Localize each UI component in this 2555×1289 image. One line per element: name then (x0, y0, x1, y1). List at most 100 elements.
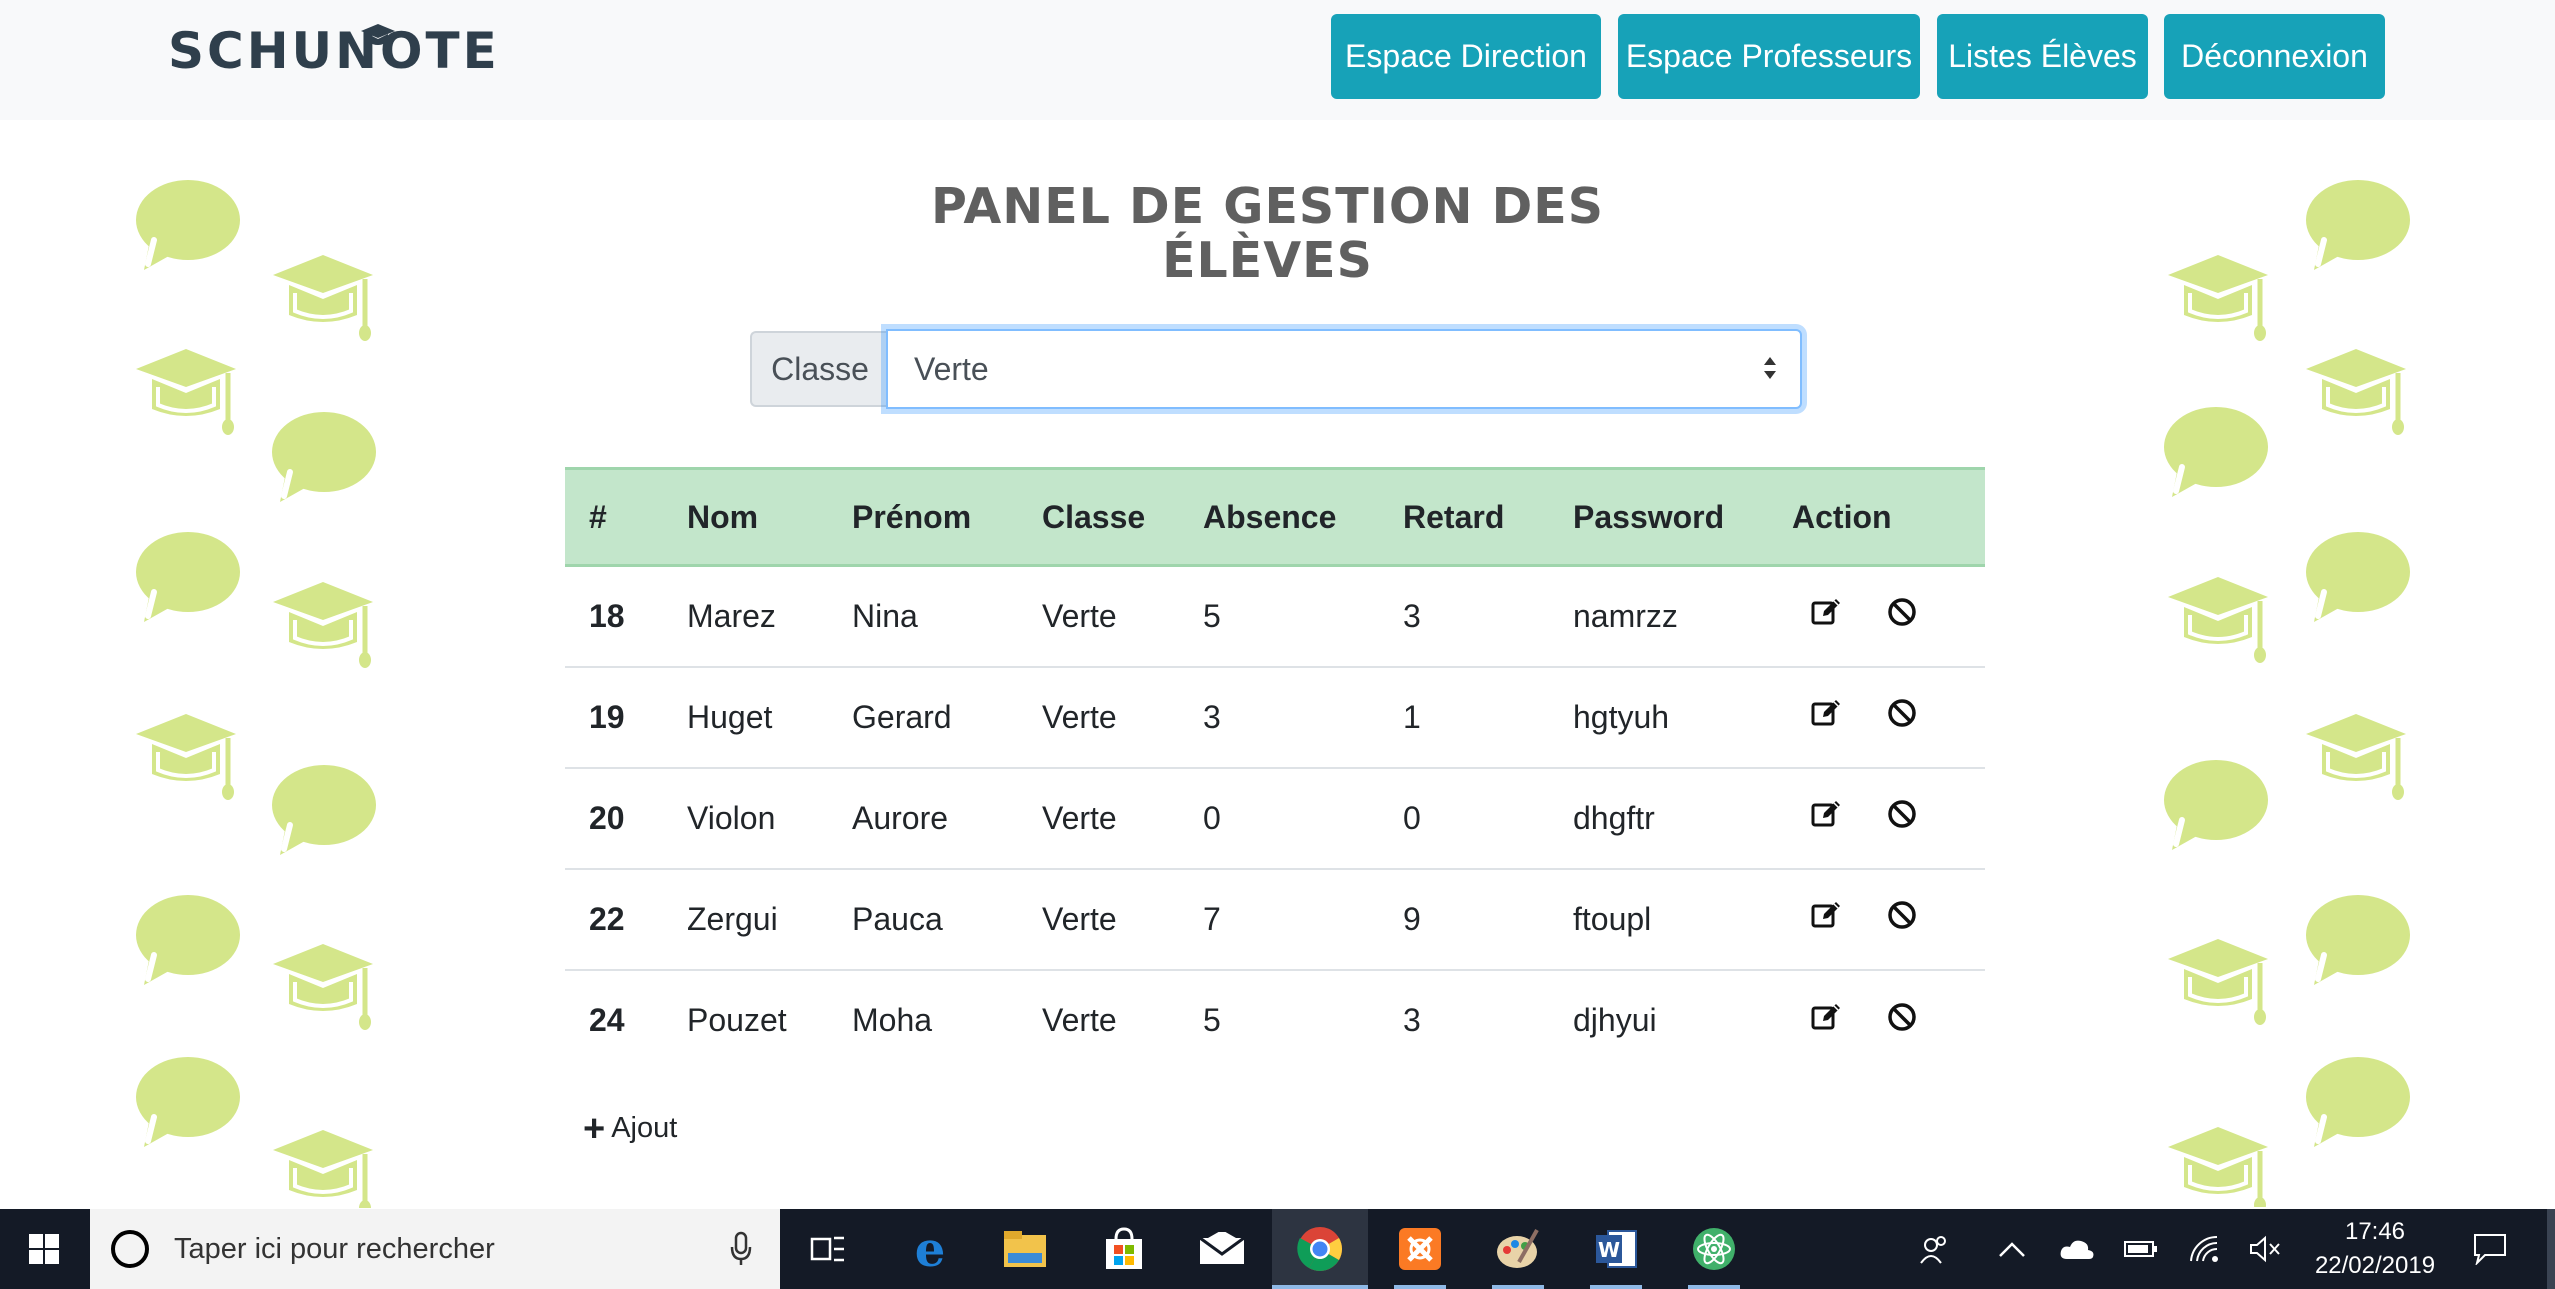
speech-bubble-icon (272, 410, 382, 506)
ban-icon[interactable] (1886, 697, 1918, 729)
edit-icon[interactable] (1810, 899, 1842, 931)
volume-tray-button[interactable] (2240, 1209, 2290, 1289)
nav-listes-eleves-button[interactable]: Listes Élèves (1937, 14, 2148, 99)
col-header-classe: Classe (1042, 467, 1203, 567)
graduation-cap-icon (2168, 253, 2272, 345)
page-title-line2: ÉLÈVES (1162, 232, 1373, 289)
table-row: 18 Marez Nina Verte 5 3 namrzz (565, 566, 1985, 667)
graduation-cap-icon (273, 942, 377, 1034)
wifi-tray-button[interactable] (2180, 1209, 2230, 1289)
cell-id: 24 (589, 1002, 625, 1038)
task-view-button[interactable] (790, 1209, 866, 1289)
edge-taskbar-button[interactable]: e (890, 1209, 970, 1289)
paint-palette-icon (1497, 1229, 1539, 1268)
class-select-value: Verte (914, 350, 989, 387)
notification-icon (2474, 1234, 2506, 1265)
battery-tray-button[interactable] (2116, 1209, 2166, 1289)
people-tray-button[interactable] (1910, 1209, 1960, 1289)
taskbar-clock[interactable]: 17:46 22/02/2019 (2300, 1209, 2450, 1289)
chrome-taskbar-button[interactable] (1272, 1209, 1368, 1289)
atom-taskbar-button[interactable] (1674, 1209, 1754, 1289)
edit-icon[interactable] (1810, 697, 1842, 729)
taskbar-search-placeholder: Taper ici pour rechercher (174, 1232, 495, 1265)
action-center-button[interactable] (2460, 1209, 2520, 1289)
ban-icon[interactable] (1886, 899, 1918, 931)
table-row: 19 Huget Gerard Verte 3 1 hgtyuh (565, 667, 1985, 768)
mail-taskbar-button[interactable] (1182, 1209, 1262, 1289)
cell-prenom: Moha (852, 1002, 933, 1038)
people-icon (1920, 1236, 1946, 1264)
xampp-icon (1399, 1228, 1441, 1270)
cell-classe: Verte (1042, 799, 1117, 836)
add-student-link[interactable]: + Ajout (583, 1107, 677, 1150)
ban-icon[interactable] (1886, 1001, 1918, 1033)
paint-taskbar-button[interactable] (1478, 1209, 1558, 1289)
windows-start-button[interactable] (0, 1209, 88, 1289)
store-taskbar-button[interactable] (1084, 1209, 1164, 1289)
speech-bubble-icon (2306, 530, 2416, 626)
windows-taskbar: Taper ici pour rechercher e W 17:46 22/0… (0, 1209, 2555, 1289)
file-explorer-taskbar-button[interactable] (985, 1209, 1065, 1289)
brand-logo[interactable]: SCHUNOTE (168, 22, 500, 80)
running-app-indicator (1688, 1285, 1740, 1289)
store-bag-icon (1106, 1227, 1142, 1269)
xampp-taskbar-button[interactable] (1380, 1209, 1460, 1289)
graduation-cap-icon (2168, 1125, 2272, 1207)
cell-retard: 9 (1403, 900, 1421, 937)
cell-action (1792, 869, 1985, 970)
running-app-indicator (1590, 1285, 1642, 1289)
folder-icon (1004, 1231, 1046, 1267)
onedrive-tray-button[interactable] (2052, 1209, 2102, 1289)
cell-nom: Marez (687, 597, 776, 634)
plus-icon: + (583, 1107, 606, 1150)
cell-absence: 7 (1203, 900, 1221, 937)
class-filter-label: Classe (750, 331, 888, 407)
cell-classe: Verte (1042, 1002, 1117, 1038)
table-row: 22 Zergui Pauca Verte 7 9 ftoupl (565, 869, 1985, 970)
cell-nom: Pouzet (687, 1002, 787, 1038)
cell-id: 18 (589, 597, 625, 634)
clock-date: 22/02/2019 (2314, 1252, 2436, 1279)
cell-prenom: Aurore (852, 799, 949, 836)
cell-password: namrzz (1573, 597, 1678, 634)
taskbar-search-input[interactable]: Taper ici pour rechercher (90, 1209, 780, 1289)
cell-retard: 0 (1403, 799, 1421, 836)
wifi-icon (2190, 1235, 2218, 1262)
speech-bubble-icon (2164, 405, 2274, 501)
class-select[interactable]: Verte (886, 329, 1802, 409)
graduation-cap-icon (2306, 347, 2410, 439)
table-row: 24 Pouzet Moha Verte 5 3 djhyui (565, 970, 1985, 1071)
nav-deconnexion-button[interactable]: Déconnexion (2164, 14, 2385, 99)
graduation-cap-icon (273, 580, 377, 672)
microphone-icon[interactable] (730, 1231, 752, 1267)
col-header-action: Action (1792, 467, 1985, 567)
task-view-icon (810, 1236, 844, 1262)
cell-nom: Violon (687, 799, 776, 836)
chevron-up-icon (1999, 1242, 2025, 1257)
cell-id: 22 (589, 900, 625, 937)
edit-icon[interactable] (1810, 798, 1842, 830)
graduation-cap-icon (273, 253, 377, 345)
cell-prenom: Gerard (852, 698, 952, 735)
speech-bubble-icon (2306, 893, 2416, 989)
graduation-cap-icon (361, 24, 395, 45)
graduation-cap-icon (136, 347, 240, 439)
speech-bubble-icon (136, 178, 246, 274)
cell-absence: 3 (1203, 698, 1221, 735)
nav-espace-direction-button[interactable]: Espace Direction (1331, 14, 1601, 99)
edit-icon[interactable] (1810, 1001, 1842, 1033)
students-table: # Nom Prénom Classe Absence Retard Passw… (565, 467, 1985, 1071)
nav-espace-professeurs-button[interactable]: Espace Professeurs (1618, 14, 1920, 99)
show-hidden-icons-button[interactable] (1990, 1209, 2034, 1289)
word-icon: W (1596, 1230, 1637, 1268)
cell-retard: 1 (1403, 698, 1421, 735)
word-taskbar-button[interactable]: W (1576, 1209, 1656, 1289)
windows-logo-icon (29, 1234, 59, 1264)
ban-icon[interactable] (1886, 798, 1918, 830)
graduation-cap-icon (2306, 712, 2410, 804)
cell-classe: Verte (1042, 698, 1117, 735)
show-desktop-button[interactable] (2547, 1209, 2555, 1289)
ban-icon[interactable] (1886, 596, 1918, 628)
cell-absence: 5 (1203, 1002, 1221, 1038)
edit-icon[interactable] (1810, 596, 1842, 628)
